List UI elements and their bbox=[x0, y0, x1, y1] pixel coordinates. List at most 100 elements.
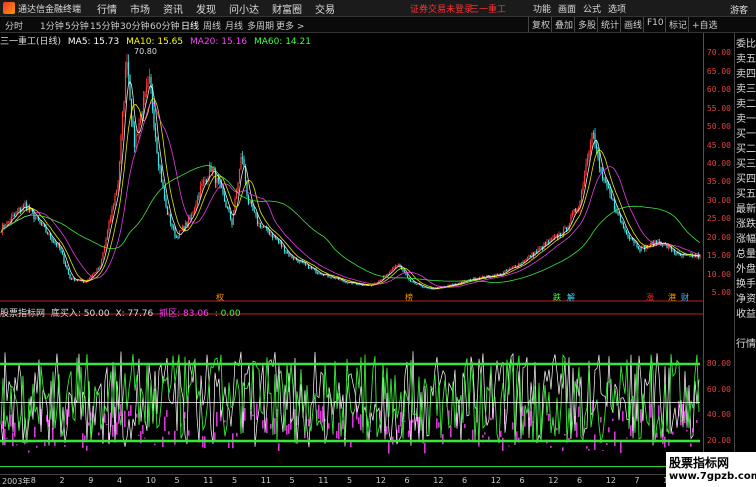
candle-body bbox=[547, 241, 550, 243]
tab-1min[interactable]: 1分钟 bbox=[40, 19, 64, 32]
candle-body bbox=[259, 222, 262, 228]
price-axis-tick: 55.00 bbox=[706, 103, 731, 113]
price-axis-tick: 45.00 bbox=[706, 140, 731, 150]
tab-monthly[interactable]: 月线 bbox=[225, 19, 243, 32]
side-panel-item[interactable]: 买五 bbox=[736, 188, 756, 202]
candle-body bbox=[133, 125, 136, 148]
side-panel-item[interactable]: 买三 bbox=[736, 158, 756, 172]
event-marker[interactable]: 权 bbox=[215, 293, 225, 302]
side-panel-item[interactable]: 买二 bbox=[736, 143, 756, 157]
date-axis-label: 11 bbox=[260, 476, 271, 485]
candle-body bbox=[127, 62, 130, 75]
add-watchlist-button[interactable]: +自选 bbox=[688, 17, 721, 32]
candle-body bbox=[481, 276, 484, 277]
multi-stock-button[interactable]: 多股 bbox=[574, 17, 599, 32]
side-panel-item[interactable]: 换手 bbox=[736, 278, 756, 292]
menu-item-discover[interactable]: 发现 bbox=[196, 1, 216, 16]
statistics-button[interactable]: 统计 bbox=[597, 17, 622, 32]
candle-body bbox=[13, 214, 16, 216]
side-panel-item[interactable]: 卖一 bbox=[736, 113, 756, 127]
indicator-plot bbox=[0, 351, 700, 468]
f10-button[interactable]: F10 bbox=[643, 17, 667, 32]
event-marker[interactable]: 涨 bbox=[645, 293, 655, 302]
side-panel-item[interactable]: 行情 bbox=[736, 338, 756, 352]
menu-item-wealth[interactable]: 财富圈 bbox=[272, 1, 302, 16]
date-axis-label: 2003年 bbox=[2, 477, 31, 486]
side-panel-item[interactable]: 外盘 bbox=[736, 263, 756, 277]
side-panel-item[interactable]: 最新 bbox=[736, 203, 756, 217]
indicator-bar bbox=[576, 422, 578, 438]
menu-formula[interactable]: 公式 bbox=[583, 2, 601, 15]
event-marker[interactable]: 解 bbox=[566, 293, 576, 302]
overlay-button[interactable]: 叠加 bbox=[551, 17, 576, 32]
chart-canvas[interactable] bbox=[0, 33, 704, 474]
candle-body bbox=[252, 204, 254, 211]
menu-item-trade[interactable]: 交易 bbox=[315, 1, 335, 16]
candle-body bbox=[591, 133, 593, 143]
side-panel-item[interactable]: 涨跌 bbox=[736, 218, 756, 232]
candle-body bbox=[105, 238, 107, 246]
candle-body bbox=[169, 214, 172, 224]
side-panel-item[interactable]: 卖四 bbox=[736, 68, 756, 82]
indicator-bar bbox=[564, 433, 566, 436]
candle-body bbox=[264, 227, 266, 229]
menu-function[interactable]: 功能 bbox=[533, 2, 551, 15]
menu-item-market[interactable]: 市场 bbox=[130, 1, 150, 16]
indicator-bar bbox=[28, 450, 30, 453]
tab-weekly[interactable]: 周线 bbox=[203, 19, 221, 32]
candle-body bbox=[504, 270, 506, 272]
mark-button[interactable]: 标记 bbox=[665, 17, 690, 32]
menu-screen[interactable]: 画面 bbox=[558, 2, 576, 15]
side-panel-item[interactable]: 委比 bbox=[736, 38, 756, 52]
side-panel-item[interactable]: 净资 bbox=[736, 293, 756, 307]
side-panel-item[interactable]: 卖五 bbox=[736, 53, 756, 67]
side-panel-item[interactable]: 买四 bbox=[736, 173, 756, 187]
candle-body bbox=[198, 196, 200, 198]
event-marker[interactable]: 跌 bbox=[552, 293, 562, 302]
date-axis-label: 5 bbox=[347, 476, 353, 485]
event-marker[interactable]: 榜 bbox=[404, 293, 414, 302]
side-panel-item[interactable] bbox=[736, 323, 756, 337]
side-panel-item[interactable]: 卖二 bbox=[736, 98, 756, 112]
tab-multi-period[interactable]: 多周期 bbox=[247, 19, 274, 32]
indicator-bar bbox=[86, 445, 88, 451]
candle-body bbox=[621, 220, 623, 224]
candle-body bbox=[297, 260, 299, 263]
menu-item-quotes[interactable]: 行情 bbox=[97, 1, 117, 16]
candle-body bbox=[343, 281, 346, 283]
side-panel-item[interactable]: 涨幅 bbox=[736, 233, 756, 247]
menu-options[interactable]: 选项 bbox=[608, 2, 626, 15]
guest-user[interactable]: 游客 bbox=[730, 3, 748, 16]
event-marker[interactable]: 财 bbox=[680, 293, 690, 302]
candle-body bbox=[405, 272, 407, 276]
side-panel-item[interactable]: 卖三 bbox=[736, 83, 756, 97]
restore-rights-button[interactable]: 复权 bbox=[528, 17, 553, 32]
side-panel-item[interactable]: 买一 bbox=[736, 128, 756, 142]
login-alert[interactable]: 证券交易未登录 bbox=[410, 2, 473, 15]
tab-15min[interactable]: 15分钟 bbox=[90, 19, 119, 32]
candle-body bbox=[156, 137, 158, 153]
tab-daily[interactable]: 日线 bbox=[181, 19, 199, 32]
indicator-bar bbox=[412, 419, 414, 423]
indicator-bar bbox=[34, 426, 36, 438]
date-axis-label: 12 bbox=[490, 476, 501, 485]
tab-5min[interactable]: 5分钟 bbox=[65, 19, 89, 32]
candle-body bbox=[394, 266, 397, 268]
draw-line-button[interactable]: 画线 bbox=[620, 17, 645, 32]
event-marker[interactable]: 港 bbox=[667, 293, 677, 302]
menu-item-news[interactable]: 资讯 bbox=[163, 1, 183, 16]
side-panel-item[interactable]: 收益 bbox=[736, 308, 756, 322]
tab-more[interactable]: 更多 > bbox=[276, 19, 304, 32]
menu-item-ask[interactable]: 问小达 bbox=[229, 1, 259, 16]
candle-body bbox=[631, 238, 634, 241]
tab-30min[interactable]: 30分钟 bbox=[120, 19, 149, 32]
candle-body bbox=[583, 175, 586, 187]
tab-60min[interactable]: 60分钟 bbox=[150, 19, 179, 32]
candle-body bbox=[276, 238, 278, 240]
candle-body bbox=[390, 269, 392, 272]
tab-timeshare[interactable]: 分时 bbox=[5, 19, 23, 32]
candle-body bbox=[190, 213, 193, 219]
candle-body bbox=[340, 279, 343, 281]
indicator-bar bbox=[696, 420, 698, 423]
side-panel-item[interactable]: 总量 bbox=[736, 248, 756, 262]
